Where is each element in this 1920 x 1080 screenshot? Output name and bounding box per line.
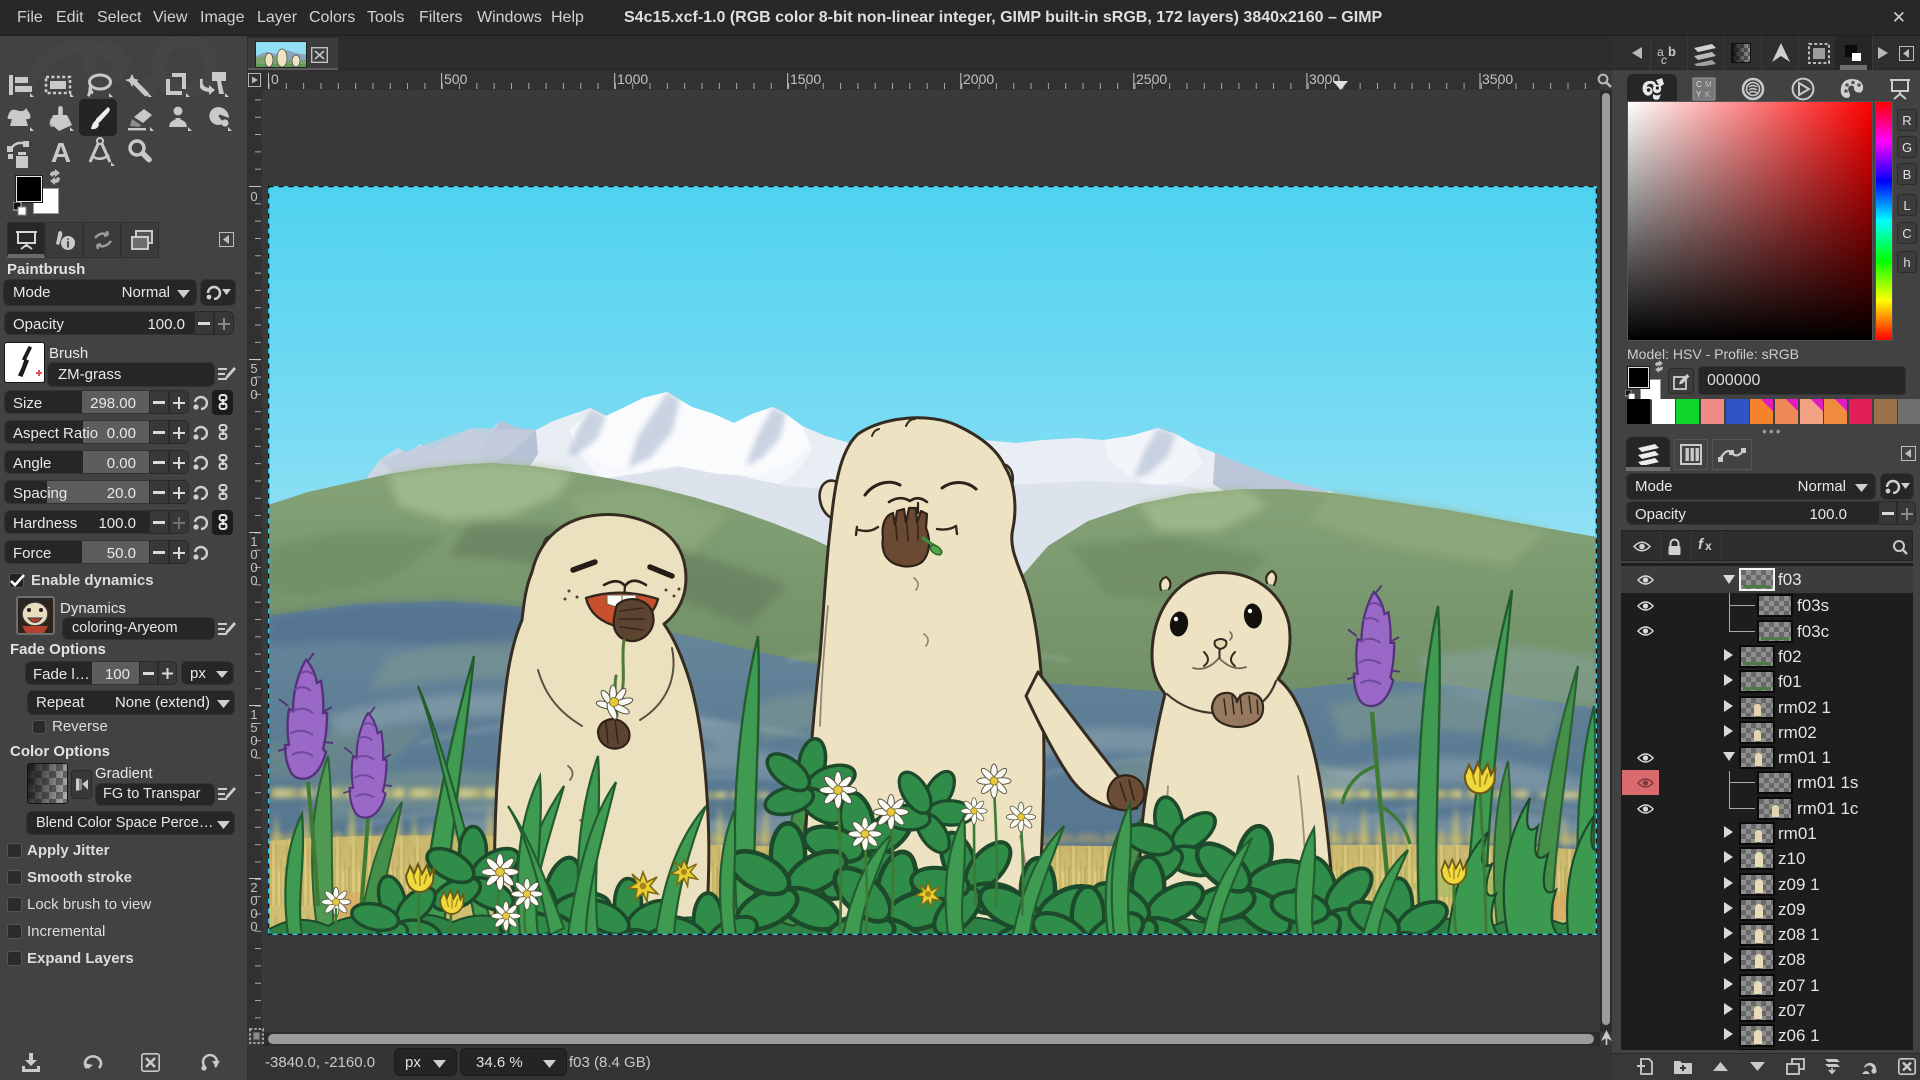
- svg-text:A: A: [51, 138, 71, 166]
- svg-text:i: i: [66, 237, 69, 251]
- svg-text:M: M: [1705, 80, 1712, 89]
- svg-text:1500: 1500: [790, 71, 821, 87]
- svg-text:0: 0: [250, 387, 257, 402]
- svg-text:C: C: [1696, 80, 1702, 89]
- svg-text:1000: 1000: [617, 71, 648, 87]
- svg-text:500: 500: [444, 71, 468, 87]
- svg-text:Y: Y: [1696, 90, 1702, 99]
- svg-text:b: b: [1668, 44, 1676, 59]
- svg-text:2000: 2000: [963, 71, 994, 87]
- svg-text:0: 0: [250, 746, 257, 761]
- svg-text:c: c: [1661, 53, 1667, 64]
- svg-text:K: K: [1705, 90, 1711, 99]
- svg-text:3000: 3000: [1309, 71, 1340, 87]
- svg-text:3500: 3500: [1482, 71, 1513, 87]
- svg-text:2500: 2500: [1136, 71, 1167, 87]
- svg-text:0: 0: [271, 71, 279, 87]
- svg-text:0: 0: [250, 919, 257, 934]
- svg-text:0: 0: [250, 573, 257, 588]
- svg-text:0: 0: [250, 189, 257, 204]
